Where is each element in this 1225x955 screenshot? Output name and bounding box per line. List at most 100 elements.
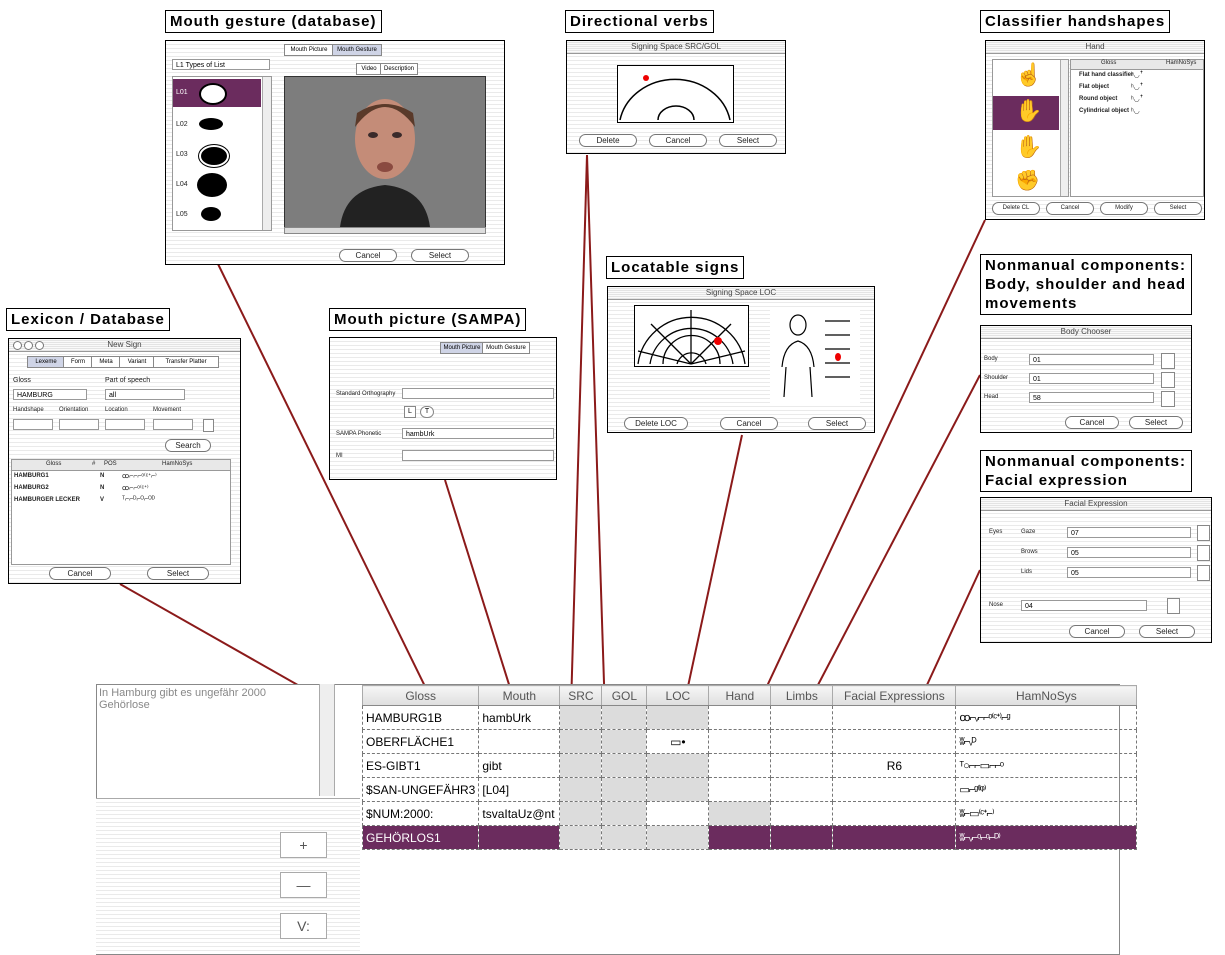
col-limbs[interactable]: Limbs	[770, 685, 834, 706]
cancel-button[interactable]: Cancel	[1065, 416, 1119, 429]
cell-src[interactable]	[559, 801, 603, 826]
head-picker-button[interactable]	[1161, 391, 1175, 407]
zoom-icon[interactable]	[35, 341, 44, 350]
table-row[interactable]: $SAN-UNGEFÄHR3 [L04] ▭⌐ᵍ⁽ᴵᵠ⁾	[361, 777, 1138, 802]
col-mouth[interactable]: Mouth	[478, 685, 561, 706]
cell-mouth[interactable]: hambUrk	[478, 705, 561, 730]
cell-hand[interactable]	[708, 825, 772, 850]
cell-mouth[interactable]	[478, 825, 561, 850]
cell-gloss[interactable]: HAMBURG1B	[361, 705, 480, 730]
table-row[interactable]: ES-GIBT1 gibt R6 ᵀ○⌐⌐▭⌐⌐ᵒ	[361, 753, 1138, 778]
select-button[interactable]: Select	[808, 417, 866, 430]
cell-limbs[interactable]	[770, 801, 834, 826]
cell-hamnosys[interactable]: ʬ⌐▭⁽ᶜᐩ⌐⁾	[955, 801, 1138, 826]
tab-description[interactable]: Description	[380, 63, 418, 75]
cancel-button[interactable]: Cancel	[649, 134, 707, 147]
tab-transfer-platter[interactable]: Transfer Platter	[153, 356, 219, 368]
delete-cl-button[interactable]: Delete CL	[992, 202, 1040, 215]
cell-src[interactable]	[559, 777, 603, 802]
gloss-input[interactable]: HAMBURG	[13, 389, 87, 400]
sentence-text[interactable]: In Hamburg gibt es ungefähr 2000 Gehörlo…	[96, 684, 320, 796]
cell-facial[interactable]	[832, 825, 957, 850]
cell-gloss[interactable]: GEHÖRLOS1	[361, 825, 480, 850]
handshape-filter-input[interactable]	[13, 419, 53, 430]
cell-limbs[interactable]	[770, 729, 834, 754]
loc-signing-space[interactable]	[634, 305, 749, 367]
table-row[interactable]: Flat hand classifier ʰ◡ꜛ	[1071, 70, 1203, 82]
table-row[interactable]: OBERFLÄCHE1 ▭• ʬ⌐ᵥᴰ	[361, 729, 1138, 754]
cancel-button[interactable]: Cancel	[720, 417, 778, 430]
cell-src[interactable]	[559, 753, 603, 778]
table-row-selected[interactable]: GEHÖRLOS1 ʬ⌐ᵥ⌐ᵒ⌐ᵒ⌐ᴰ⁾	[361, 825, 1138, 850]
shoulder-field[interactable]: 01	[1029, 373, 1154, 384]
list-item-selected[interactable]: L01	[173, 79, 261, 107]
standard-orthography-input[interactable]	[402, 388, 554, 399]
table-row[interactable]: Round object ʰ◡ꜛ	[1071, 94, 1203, 106]
col-src[interactable]: SRC	[559, 685, 603, 706]
video-scrubber[interactable]	[284, 227, 486, 234]
brows-field[interactable]: 05	[1067, 547, 1191, 558]
col-hand[interactable]: Hand	[708, 685, 772, 706]
list-item[interactable]: L05	[173, 201, 261, 229]
tab-meta[interactable]: Meta	[91, 356, 121, 368]
close-icon[interactable]	[13, 341, 22, 350]
col-facial-expressions[interactable]: Facial Expressions	[832, 685, 957, 706]
cell-gol[interactable]	[601, 825, 648, 850]
cell-src[interactable]	[559, 825, 603, 850]
select-button[interactable]: Select	[1139, 625, 1195, 638]
pos-select[interactable]: all	[105, 389, 185, 400]
cell-hand[interactable]	[708, 753, 772, 778]
cell-limbs[interactable]	[770, 777, 834, 802]
cell-src[interactable]	[559, 729, 603, 754]
remove-button[interactable]: —	[280, 872, 327, 898]
cell-loc[interactable]	[646, 705, 710, 730]
cell-limbs[interactable]	[770, 705, 834, 730]
cancel-button[interactable]: Cancel	[1046, 202, 1094, 215]
cell-hamnosys[interactable]: ꝏ⌐ᵥ⌐⌐ᵒ⁽ᶜᐩ⁾⌐ᵍ	[955, 705, 1138, 730]
tab-lexeme[interactable]: Lexeme	[27, 356, 65, 368]
nose-picker-button[interactable]	[1167, 598, 1180, 614]
cell-loc[interactable]: ▭•	[646, 729, 710, 754]
col-gloss[interactable]: Gloss	[361, 685, 480, 706]
select-button[interactable]: Select	[1129, 416, 1183, 429]
cell-hamnosys[interactable]: ▭⌐ᵍ⁽ᴵᵠ⁾	[955, 777, 1138, 802]
tab-variant[interactable]: Variant	[119, 356, 155, 368]
loc-figure-panel[interactable]	[770, 307, 860, 403]
cell-gol[interactable]	[601, 729, 648, 754]
table-row[interactable]: HAMBURG1 N ꝏ⌐⌐⌐ᵒ⁽ᶜᐩ⌐⁾	[12, 471, 230, 483]
text-scrollbar[interactable]	[320, 684, 335, 796]
tab-form[interactable]: Form	[63, 356, 93, 368]
cell-gol[interactable]	[601, 753, 648, 778]
tab-video[interactable]: Video	[356, 63, 382, 75]
cell-mouth[interactable]: [L04]	[478, 777, 561, 802]
brows-picker-button[interactable]	[1197, 545, 1210, 561]
table-row[interactable]: HAMBURG1B hambUrk ꝏ⌐ᵥ⌐⌐ᵒ⁽ᶜᐩ⁾⌐ᵍ	[361, 705, 1138, 730]
delete-loc-button[interactable]: Delete LOC	[624, 417, 688, 430]
list-type-dropdown[interactable]: L1 Types of List	[172, 59, 270, 70]
search-button[interactable]: Search	[165, 439, 211, 452]
cell-limbs[interactable]	[770, 753, 834, 778]
cell-loc[interactable]	[646, 825, 710, 850]
t-button[interactable]: T	[420, 406, 434, 418]
head-field[interactable]: 58	[1029, 392, 1154, 403]
shoulder-picker-button[interactable]	[1161, 372, 1175, 388]
cell-hamnosys[interactable]: ʬ⌐ᵥᴰ	[955, 729, 1138, 754]
select-button[interactable]: Select	[411, 249, 469, 262]
lids-picker-button[interactable]	[1197, 565, 1210, 581]
cell-facial[interactable]	[832, 777, 957, 802]
select-button[interactable]: Select	[719, 134, 777, 147]
handshape-item[interactable]: ✊	[993, 168, 1059, 196]
list-scrollbar[interactable]	[1060, 60, 1068, 196]
gaze-picker-button[interactable]	[1197, 525, 1210, 541]
cell-gol[interactable]	[601, 777, 648, 802]
cell-facial[interactable]	[832, 705, 957, 730]
handshape-item[interactable]: ✋	[993, 132, 1059, 166]
tab-mouth-picture[interactable]: Mouth Picture	[440, 342, 484, 354]
delete-button[interactable]: Delete	[579, 134, 637, 147]
handshape-item[interactable]: ☝	[993, 60, 1059, 94]
cell-loc[interactable]	[646, 753, 710, 778]
col-gol[interactable]: GOL	[601, 685, 648, 706]
cell-gloss[interactable]: ES-GIBT1	[361, 753, 480, 778]
cell-loc[interactable]	[646, 801, 710, 826]
cell-mouth[interactable]: gibt	[478, 753, 561, 778]
